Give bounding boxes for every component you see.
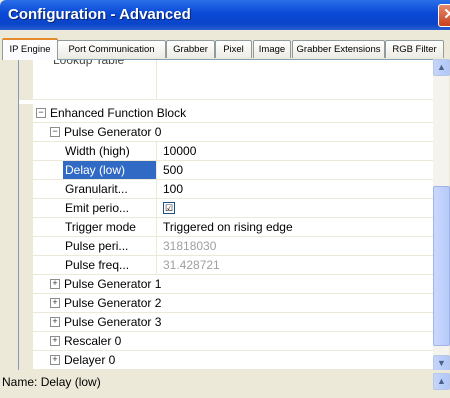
- row-gutter: [19, 161, 33, 179]
- property-value[interactable]: Triggered on rising edge: [159, 218, 293, 236]
- plus-icon[interactable]: +: [50, 298, 60, 308]
- row-gutter: [19, 199, 33, 217]
- row-gutter: [19, 275, 33, 293]
- property-row-trigger-mode[interactable]: Trigger mode Triggered on rising edge: [19, 218, 433, 237]
- property-value[interactable]: 10000: [159, 142, 196, 160]
- tab-grabber-extensions[interactable]: Grabber Extensions: [292, 40, 385, 58]
- group-label: Delayer 0: [64, 353, 116, 367]
- row-gutter: [19, 180, 33, 198]
- plus-icon[interactable]: +: [50, 355, 60, 365]
- property-row-width-high[interactable]: Width (high) 10000: [19, 142, 433, 161]
- row-gutter: [19, 142, 33, 160]
- tab-pixel[interactable]: Pixel: [215, 40, 252, 58]
- property-value[interactable]: 100: [159, 180, 183, 198]
- tab-grabber[interactable]: Grabber: [166, 40, 215, 58]
- row-gutter: [19, 60, 33, 99]
- category-enhanced-function-block[interactable]: − Enhanced Function Block: [19, 104, 433, 123]
- property-value: 31.428721: [163, 258, 220, 272]
- row-gutter: [19, 351, 33, 369]
- tab-ip-engine[interactable]: IP Engine: [2, 38, 58, 60]
- property-value: 31818030: [163, 239, 217, 253]
- property-name: Pulse peri...: [65, 239, 129, 253]
- property-row-pulse-frequency[interactable]: Pulse freq... 31.428721: [19, 256, 433, 275]
- property-row-pulse-period[interactable]: Pulse peri... 31818030: [19, 237, 433, 256]
- group-label: Pulse Generator 3: [64, 315, 162, 329]
- plus-icon[interactable]: +: [50, 279, 60, 289]
- property-row-lookup-table[interactable]: Lookup Table: [19, 59, 433, 100]
- row-gutter: [19, 123, 33, 141]
- property-grid: Lookup Table − Enhanced Function Block −…: [18, 59, 434, 372]
- description-scroll-up[interactable]: ▲: [433, 373, 450, 390]
- row-gutter: [19, 104, 33, 122]
- minus-icon[interactable]: −: [36, 108, 46, 118]
- description-text: Name: Delay (low): [2, 375, 101, 389]
- group-label: Pulse Generator 1: [64, 277, 162, 291]
- category-label: Enhanced Function Block: [50, 106, 187, 120]
- property-value[interactable]: ☑: [159, 199, 175, 217]
- plus-icon[interactable]: +: [50, 336, 60, 346]
- property-name: Granularit...: [65, 182, 128, 196]
- property-name: Width (high): [65, 144, 130, 158]
- description-name-label: Name: [2, 375, 35, 389]
- property-row-granularity[interactable]: Granularit... 100: [19, 180, 433, 199]
- property-name: Lookup Table: [53, 59, 125, 67]
- property-name: Emit perio...: [65, 201, 130, 215]
- group-delayer-0[interactable]: + Delayer 0: [19, 351, 433, 370]
- property-name: Pulse freq...: [65, 258, 130, 272]
- group-rescaler-0[interactable]: + Rescaler 0: [19, 332, 433, 351]
- window-title: Configuration - Advanced: [8, 6, 191, 23]
- checkbox-icon[interactable]: ☑: [163, 201, 175, 214]
- group-label: Pulse Generator 0: [64, 125, 162, 139]
- group-pulse-generator-1[interactable]: + Pulse Generator 1: [19, 275, 433, 294]
- description-name-value: Delay (low): [40, 375, 101, 389]
- row-gutter: [19, 313, 33, 331]
- tab-rgb-filter[interactable]: RGB Filter: [385, 40, 444, 58]
- group-pulse-generator-3[interactable]: + Pulse Generator 3: [19, 313, 433, 332]
- row-gutter: [19, 218, 33, 236]
- property-value[interactable]: 500: [159, 161, 183, 179]
- scroll-up-button[interactable]: ▲: [433, 59, 450, 76]
- property-row-delay-low[interactable]: Delay (low) 500: [19, 161, 433, 180]
- tab-port-communication[interactable]: Port Communication: [57, 40, 166, 58]
- description-colon: :: [34, 375, 41, 389]
- group-pulse-generator-2[interactable]: + Pulse Generator 2: [19, 294, 433, 313]
- vertical-scrollbar[interactable]: ▲ ▼: [433, 59, 450, 372]
- tab-strip: IP Engine Port Communication Grabber Pix…: [0, 38, 450, 60]
- row-gutter: [19, 294, 33, 312]
- title-bar: Configuration - Advanced ✕: [0, 0, 450, 30]
- property-row-emit-periodic[interactable]: Emit perio... ☑: [19, 199, 433, 218]
- close-icon[interactable]: ✕: [438, 4, 450, 27]
- plus-icon[interactable]: +: [50, 317, 60, 327]
- scrollbar-thumb[interactable]: [433, 186, 450, 346]
- description-pane: Name: Delay (low) ▲: [0, 370, 450, 398]
- property-name: Delay (low): [63, 161, 157, 179]
- tab-image[interactable]: Image: [253, 40, 291, 58]
- minus-icon[interactable]: −: [50, 127, 60, 137]
- group-pulse-generator-0[interactable]: − Pulse Generator 0: [19, 123, 433, 142]
- group-label: Pulse Generator 2: [64, 296, 162, 310]
- row-gutter: [19, 256, 33, 274]
- group-label: Rescaler 0: [64, 334, 122, 348]
- property-name: Trigger mode: [65, 220, 136, 234]
- row-gutter: [19, 237, 33, 255]
- row-gutter: [19, 332, 33, 350]
